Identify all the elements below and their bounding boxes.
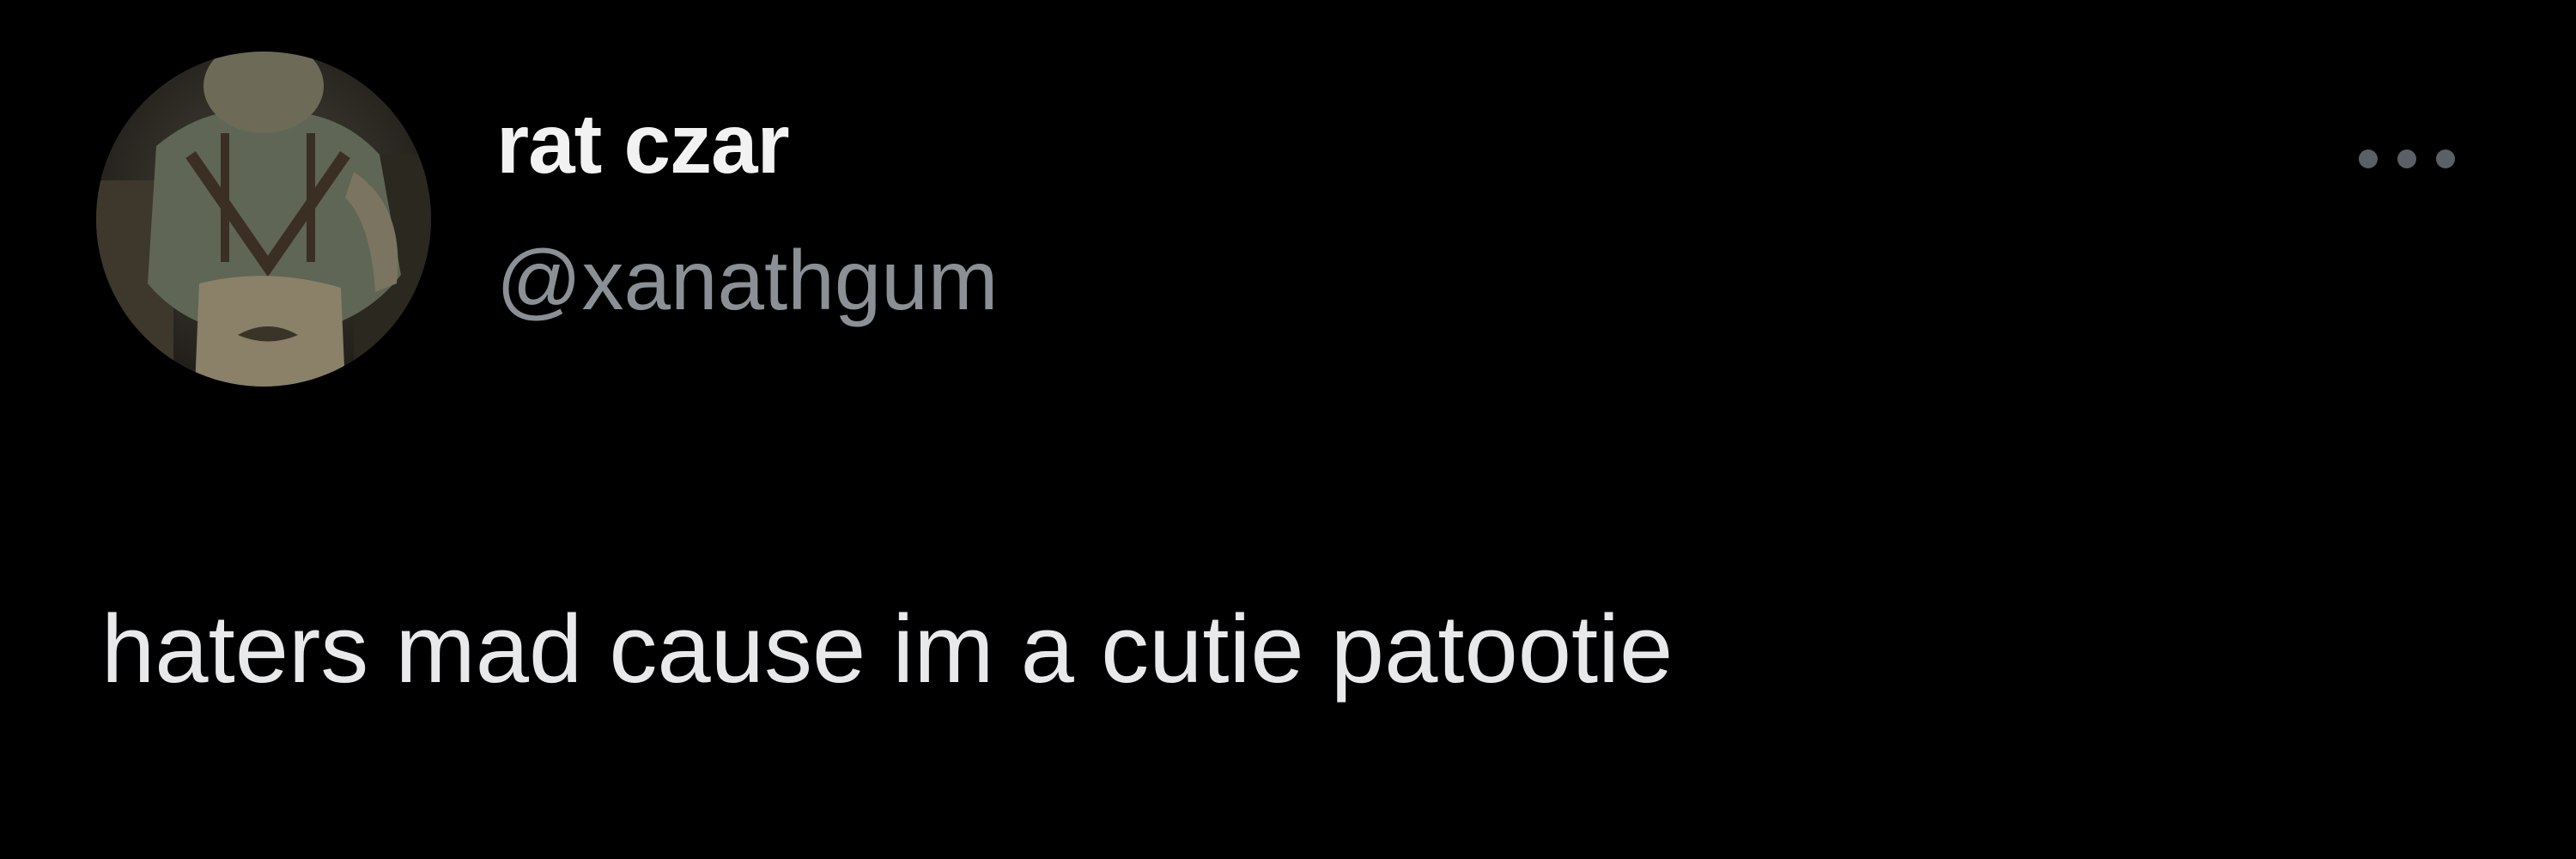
avatar-image (96, 52, 431, 387)
display-name[interactable]: rat czar (496, 101, 790, 186)
user-handle[interactable]: @xanathgum (496, 238, 998, 322)
more-options-button[interactable] (2342, 129, 2471, 189)
tweet-text: haters mad cause im a cutie patootie (101, 595, 1674, 703)
tweet-card: rat czar @xanathgum haters mad cause im … (0, 0, 2576, 859)
ellipsis-icon (2359, 149, 2455, 168)
avatar[interactable] (96, 52, 431, 387)
